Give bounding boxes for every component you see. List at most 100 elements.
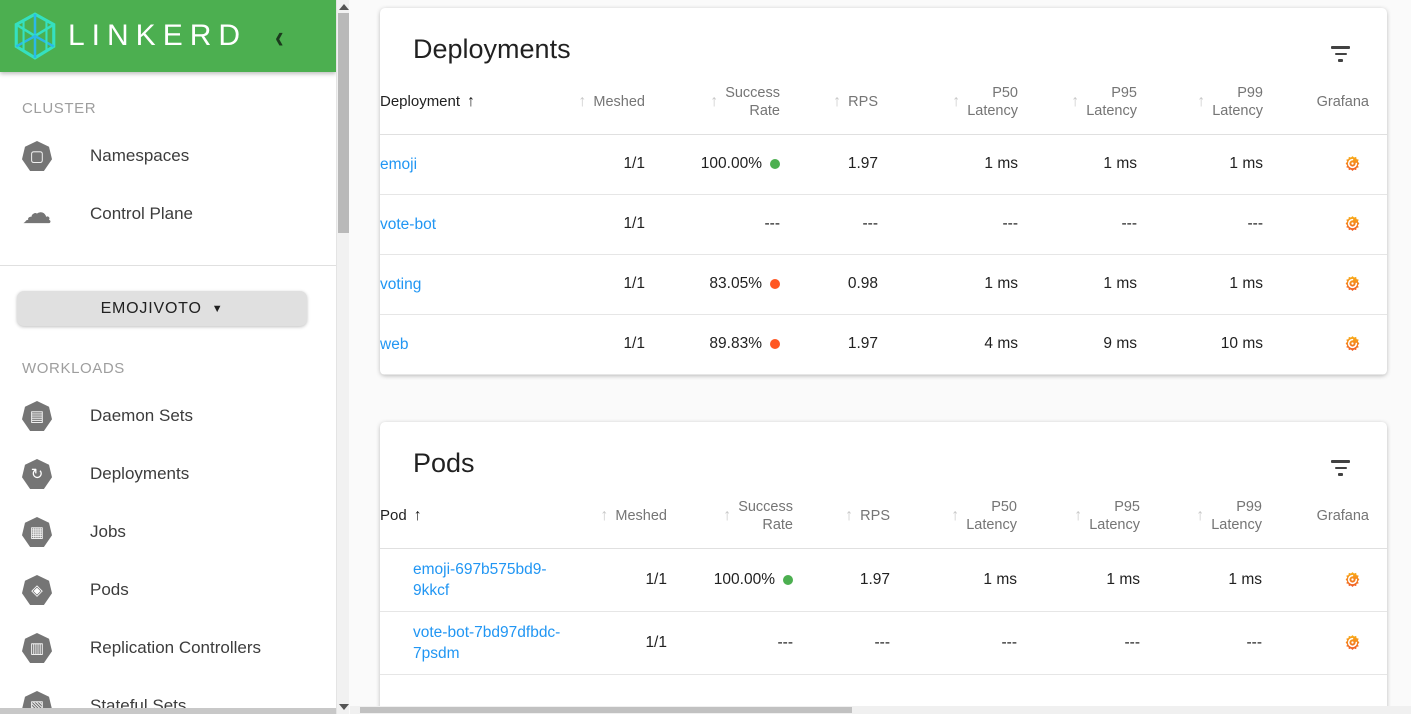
p50-latency-value: --- [1001,633,1018,651]
resource-link[interactable]: voting [380,274,421,295]
resource-link[interactable]: emoji [380,154,417,175]
daemon-sets-icon: ▤ [22,401,52,431]
column-header-rps[interactable]: ↑ RPS [793,488,890,549]
sort-asc-icon: ↑ [467,92,476,110]
table-row: emoji 1/1 100.00% 1.97 1 ms 1 ms 1 ms [380,134,1387,194]
pods-icon: ◈ [22,575,52,605]
rps-value: 1.97 [859,570,890,588]
p95-latency-value: --- [1124,633,1141,651]
sort-asc-icon: ↑ [1071,92,1080,110]
scroll-down-icon[interactable] [339,704,349,710]
success-rate-value: --- [764,215,781,232]
sidebar-item-replication-controllers[interactable]: ▥ Replication Controllers [0,619,336,677]
cluster-section-label: CLUSTER [22,100,97,117]
deployments-table-header-row: Deployment ↑ ↑ Meshed ↑ Success Rate ↑ RPS ↑ P50 … [380,74,1387,135]
column-header-p95-latency[interactable]: ↑ P95 Latency [1018,74,1137,135]
sidebar-item-label: Deployments [90,464,190,483]
column-header-rps[interactable]: ↑ RPS [780,74,878,135]
column-header-deployment[interactable]: Deployment ↑ [380,74,543,135]
sort-asc-icon: ↑ [833,92,842,110]
column-label: P99 Latency [1212,84,1263,119]
column-label: P99 Latency [1211,498,1262,533]
sidebar-item-label: Control Plane [90,204,194,223]
linkerd-dashboard: LINKERD ‹ CLUSTER ▢ Namespaces ☁ Control Pl… [0,0,1411,714]
main-content: Deployments Deployment ↑ ↑ Meshed ↑ Success R… [350,0,1411,714]
success-rate-value: 100.00% [645,134,780,194]
meshed-value: 1/1 [623,335,645,352]
sidebar-header: LINKERD ‹ [0,0,336,72]
column-header-success-rate[interactable]: ↑ Success Rate [645,74,780,135]
status-dot-poor [770,339,780,349]
p50-latency-value: 1 ms [984,155,1018,172]
status-dot-good [770,159,780,169]
filter-list-icon[interactable] [1327,456,1354,480]
meshed-value: 1/1 [645,570,667,588]
column-header-meshed[interactable]: ↑ Meshed [565,488,667,549]
column-header-p99-latency[interactable]: ↑ P99 Latency [1140,488,1262,549]
column-header-p50-latency[interactable]: ↑ P50 Latency [890,488,1017,549]
sidebar-item-control-plane[interactable]: ☁ Control Plane [0,185,336,243]
p95-latency-value: --- [1121,215,1138,232]
column-header-p50-latency[interactable]: ↑ P50 Latency [878,74,1018,135]
chevron-down-icon: ▼ [211,302,224,315]
column-label: P50 Latency [966,498,1017,533]
meshed-value: 1/1 [623,155,645,172]
namespace-selector-button[interactable]: EMOJIVOTO ▼ [17,291,307,326]
column-header-p95-latency[interactable]: ↑ P95 Latency [1017,488,1140,549]
sidebar-item-namespaces[interactable]: ▢ Namespaces [0,127,336,185]
filter-list-icon[interactable] [1327,42,1354,66]
sidebar-vertical-scrollbar[interactable] [336,0,349,714]
rps-value: 1.97 [847,335,878,352]
resource-link[interactable]: vote-bot-7bd97dfbdc-7psdm [413,622,565,664]
sort-asc-icon: ↑ [1197,92,1206,110]
grafana-icon[interactable] [1344,571,1361,588]
main-horizontal-scrollbar[interactable] [350,706,1411,714]
sidebar-horizontal-scrollbar[interactable] [0,708,336,714]
grafana-icon[interactable] [1344,335,1361,352]
column-header-grafana: Grafana [1262,488,1387,549]
status-dot-poor [770,279,780,289]
deployments-card: Deployments Deployment ↑ ↑ Meshed ↑ Success R… [380,8,1387,375]
resource-link[interactable]: web [380,334,408,355]
column-header-success-rate[interactable]: ↑ Success Rate [667,488,793,549]
resource-link[interactable]: emoji-697b575bd9-9kkcf [413,559,565,601]
p50-latency-value: 4 ms [984,335,1018,352]
p99-latency-value: 10 ms [1220,335,1263,352]
p95-latency-value: 1 ms [1106,570,1140,588]
meshed-value: 1/1 [623,215,645,232]
column-label: Grafana [1316,93,1369,110]
column-header-meshed[interactable]: ↑ Meshed [543,74,645,135]
grafana-icon[interactable] [1344,634,1361,651]
resource-link[interactable]: vote-bot [380,214,436,235]
sidebar-item-daemon-sets[interactable]: ▤ Daemon Sets [0,387,336,445]
grafana-icon[interactable] [1344,215,1361,232]
sidebar-item-jobs[interactable]: ▦ Jobs [0,503,336,561]
main-scrollbar-thumb[interactable] [360,707,852,713]
column-label: Meshed [615,507,667,524]
sidebar-item-label: Jobs [90,522,126,541]
sidebar-item-pods[interactable]: ◈ Pods [0,561,336,619]
pods-table-header-row: Pod ↑ ↑ Meshed ↑ Success Rate ↑ RPS ↑ P50 Latency… [380,488,1387,549]
table-row: web 1/1 89.83% 1.97 4 ms 9 ms 10 ms [380,314,1387,374]
column-header-p99-latency[interactable]: ↑ P99 Latency [1137,74,1263,135]
success-rate-value: 89.83% [645,314,780,374]
p99-latency-value: 1 ms [1229,155,1263,172]
grafana-icon[interactable] [1344,275,1361,292]
sort-asc-icon: ↑ [952,92,961,110]
jobs-icon: ▦ [22,517,52,547]
column-label: P95 Latency [1089,498,1140,533]
grafana-icon[interactable] [1344,155,1361,172]
sidebar-scrollbar-thumb[interactable] [338,13,349,233]
table-row: vote-bot-7bd97dfbdc-7psdm 1/1 --- --- --- ---… [380,611,1387,674]
cloud-icon: ☁ [22,197,52,230]
scroll-up-icon[interactable] [339,4,349,10]
column-header-pod[interactable]: Pod ↑ [380,488,565,549]
column-label: RPS [848,93,878,110]
p99-latency-value: --- [1246,633,1263,651]
column-header-grafana: Grafana [1263,74,1387,135]
deployments-card-title: Deployments [413,34,571,64]
column-label: P50 Latency [967,84,1018,119]
sidebar-collapse-icon[interactable]: ‹ [275,20,284,53]
cluster-nav-list: ▢ Namespaces ☁ Control Plane [0,127,336,243]
sidebar-item-deployments[interactable]: ↻ Deployments [0,445,336,503]
